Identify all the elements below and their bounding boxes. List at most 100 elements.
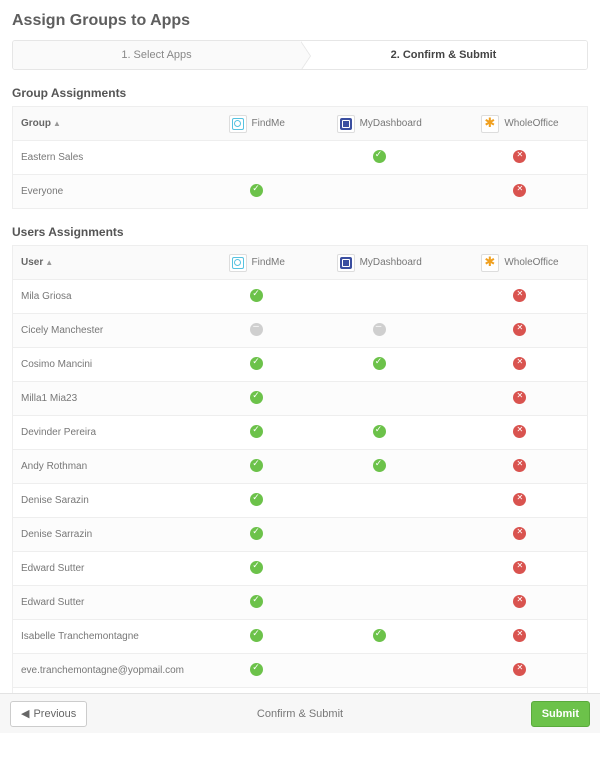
- cell-wholeoffice: [453, 484, 588, 518]
- chevron-left-icon: ◀: [21, 707, 29, 720]
- table-row: Cosimo Mancini: [13, 348, 588, 382]
- cell-findme: [208, 141, 305, 175]
- status-assigned-icon: [250, 459, 263, 472]
- footer-center-label: Confirm & Submit: [0, 708, 600, 720]
- group-assignments-table: Group▲FindMeMyDashboardWholeOffice Easte…: [12, 106, 588, 209]
- group-sort-header[interactable]: Group▲: [13, 107, 209, 141]
- column-findme: FindMe: [208, 246, 305, 280]
- status-assigned-icon: [373, 357, 386, 370]
- cell-mydashboard: [305, 141, 452, 175]
- table-row: Eastern Sales: [13, 141, 588, 175]
- row-name: Cicely Manchester: [13, 314, 209, 348]
- status-assigned-icon: [373, 425, 386, 438]
- cell-wholeoffice: [453, 552, 588, 586]
- previous-button-label: Previous: [33, 708, 76, 720]
- step-select-apps[interactable]: 1. Select Apps: [13, 41, 300, 69]
- cell-findme: [208, 348, 305, 382]
- status-denied-icon: [513, 629, 526, 642]
- cell-wholeoffice: [453, 620, 588, 654]
- table-row: Everyone: [13, 175, 588, 209]
- table-row: Edward Sutter: [13, 552, 588, 586]
- table-row: Andy Rothman: [13, 450, 588, 484]
- cell-findme: [208, 382, 305, 416]
- cell-wholeoffice: [453, 314, 588, 348]
- mydashboard-icon: [340, 257, 352, 269]
- status-denied-icon: [513, 323, 526, 336]
- status-denied-icon: [513, 527, 526, 540]
- users-assignments-table: User▲FindMeMyDashboardWholeOffice Mila G…: [12, 245, 588, 722]
- status-denied-icon: [513, 184, 526, 197]
- row-name: Denise Sarrazin: [13, 518, 209, 552]
- column-wholeoffice: WholeOffice: [453, 107, 588, 141]
- cell-mydashboard: [305, 450, 452, 484]
- cell-mydashboard: [305, 654, 452, 688]
- row-name: Denise Sarazin: [13, 484, 209, 518]
- previous-button[interactable]: ◀ Previous: [10, 701, 87, 727]
- column-findme: FindMe: [208, 107, 305, 141]
- status-denied-icon: [513, 459, 526, 472]
- status-denied-icon: [513, 289, 526, 302]
- status-denied-icon: [513, 493, 526, 506]
- row-name: eve.tranchemontagne@yopmail.com: [13, 654, 209, 688]
- cell-wholeoffice: [453, 518, 588, 552]
- user-sort-header[interactable]: User▲: [13, 246, 209, 280]
- step-confirm-submit[interactable]: 2. Confirm & Submit: [300, 41, 587, 69]
- status-assigned-icon: [250, 629, 263, 642]
- cell-wholeoffice: [453, 348, 588, 382]
- group-assignments-heading: Group Assignments: [12, 86, 588, 100]
- cell-findme: [208, 654, 305, 688]
- cell-findme: [208, 620, 305, 654]
- status-denied-icon: [513, 425, 526, 438]
- status-assigned-icon: [250, 595, 263, 608]
- status-assigned-icon: [250, 493, 263, 506]
- cell-mydashboard: [305, 348, 452, 382]
- cell-wholeoffice: [453, 382, 588, 416]
- table-row: Cicely Manchester: [13, 314, 588, 348]
- sort-asc-icon: ▲: [53, 119, 61, 128]
- status-assigned-icon: [250, 527, 263, 540]
- status-denied-icon: [513, 595, 526, 608]
- status-assigned-icon: [250, 357, 263, 370]
- status-denied-icon: [513, 150, 526, 163]
- row-name: Devinder Pereira: [13, 416, 209, 450]
- row-name: Edward Sutter: [13, 586, 209, 620]
- sort-asc-icon: ▲: [45, 258, 53, 267]
- row-name: Andy Rothman: [13, 450, 209, 484]
- cell-mydashboard: [305, 552, 452, 586]
- cell-findme: [208, 552, 305, 586]
- status-assigned-icon: [373, 629, 386, 642]
- cell-findme: [208, 586, 305, 620]
- table-row: Denise Sarrazin: [13, 518, 588, 552]
- cell-wholeoffice: [453, 586, 588, 620]
- status-na-icon: [373, 323, 386, 336]
- column-mydashboard: MyDashboard: [305, 246, 452, 280]
- column-mydashboard: MyDashboard: [305, 107, 452, 141]
- status-denied-icon: [513, 663, 526, 676]
- table-row: Denise Sarazin: [13, 484, 588, 518]
- status-assigned-icon: [250, 663, 263, 676]
- cell-wholeoffice: [453, 175, 588, 209]
- cell-mydashboard: [305, 175, 452, 209]
- cell-wholeoffice: [453, 654, 588, 688]
- submit-button[interactable]: Submit: [531, 701, 590, 727]
- row-name: Isabelle Tranchemontagne: [13, 620, 209, 654]
- column-wholeoffice: WholeOffice: [453, 246, 588, 280]
- cell-wholeoffice: [453, 141, 588, 175]
- status-denied-icon: [513, 391, 526, 404]
- cell-findme: [208, 450, 305, 484]
- wholeoffice-icon: [484, 118, 496, 130]
- status-na-icon: [250, 323, 263, 336]
- status-assigned-icon: [250, 561, 263, 574]
- cell-findme: [208, 518, 305, 552]
- table-row: Mila Griosa: [13, 280, 588, 314]
- cell-findme: [208, 314, 305, 348]
- cell-findme: [208, 416, 305, 450]
- cell-mydashboard: [305, 586, 452, 620]
- findme-icon: [232, 118, 244, 130]
- cell-wholeoffice: [453, 450, 588, 484]
- status-assigned-icon: [373, 459, 386, 472]
- findme-icon: [232, 257, 244, 269]
- row-name: Everyone: [13, 175, 209, 209]
- status-denied-icon: [513, 357, 526, 370]
- cell-mydashboard: [305, 416, 452, 450]
